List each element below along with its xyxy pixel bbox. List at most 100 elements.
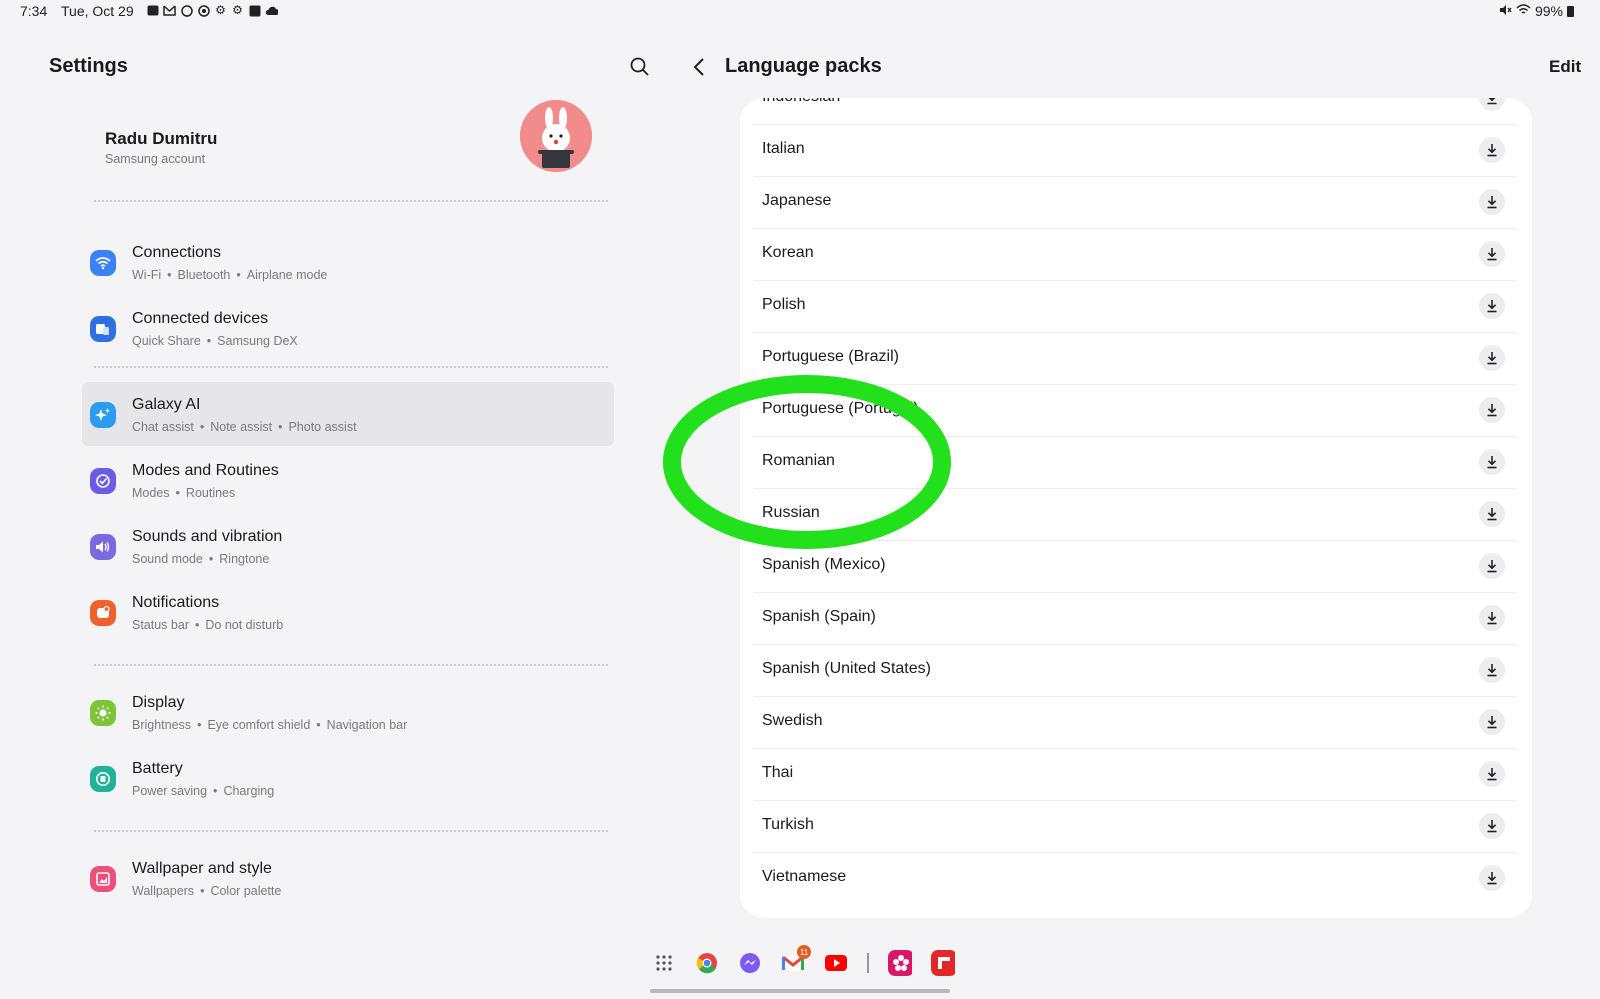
language-name: Polish [762, 296, 806, 313]
bullet-separator: • [316, 718, 321, 732]
language-name: Swedish [762, 712, 823, 729]
language-name: Japanese [762, 192, 832, 209]
language-row[interactable]: Indonesian [740, 98, 1532, 125]
language-row[interactable]: Vietnamese [740, 852, 1532, 905]
download-button[interactable] [1479, 605, 1505, 631]
download-button[interactable] [1479, 98, 1505, 111]
language-row[interactable]: Portuguese (Brazil) [740, 332, 1532, 385]
language-row[interactable]: Turkish [740, 800, 1532, 853]
download-icon [1487, 404, 1497, 417]
bullet-separator: • [236, 268, 241, 282]
wallpaper-icon [90, 866, 116, 892]
wifi-icon [90, 250, 116, 276]
language-name: Spanish (United States) [762, 660, 931, 677]
language-row[interactable]: Spanish (Mexico) [740, 540, 1532, 593]
gmail-icon[interactable]: 11 [781, 945, 811, 975]
download-button[interactable] [1479, 553, 1505, 579]
language-name: Spanish (Spain) [762, 608, 876, 625]
subtitle-part: Routines [185, 486, 236, 500]
divider [94, 200, 608, 202]
message-icon [146, 4, 159, 17]
download-button[interactable] [1479, 293, 1505, 319]
language-row[interactable]: Spanish (United States) [740, 644, 1532, 697]
download-icon [1487, 144, 1497, 157]
app-drawer-icon[interactable] [652, 951, 676, 975]
check-circle-icon [90, 468, 116, 494]
record-icon [197, 4, 210, 17]
download-icon [1487, 820, 1497, 833]
settings-item-sounds-and-vibration[interactable]: Sounds and vibration Sound mode • Ringtone [82, 514, 614, 578]
bunny-avatar-icon [520, 100, 592, 172]
status-bar: 7:34 Tue, Oct 29 ⚙ ⚙ 99% [0, 0, 1600, 24]
language-row[interactable]: Spanish (Spain) [740, 592, 1532, 645]
subtitle-part: Do not disturb [205, 618, 284, 632]
settings-item-galaxy-ai[interactable]: Galaxy AI Chat assist • Note assist • Photo a… [82, 382, 614, 446]
language-name: Portuguese (Portugal) [762, 400, 919, 417]
download-icon [1487, 560, 1497, 573]
language-row[interactable]: Japanese [740, 176, 1532, 229]
settings-item-subtitle: Wi-Fi • Bluetooth • Airplane mode [132, 268, 327, 282]
language-row[interactable]: Italian [740, 124, 1532, 177]
status-date: Tue, Oct 29 [61, 3, 134, 19]
settings-item-connected-devices[interactable]: Connected devices Quick Share • Samsung DeX [82, 296, 614, 360]
avatar[interactable] [520, 100, 592, 172]
download-icon [1487, 768, 1497, 781]
settings-item-wallpaper-and-style[interactable]: Wallpaper and style Wallpapers • Color pale… [82, 846, 614, 910]
bullet-separator: • [278, 420, 283, 434]
download-button[interactable] [1479, 501, 1505, 527]
language-row[interactable]: Thai [740, 748, 1532, 801]
wifi-icon [1516, 3, 1531, 19]
messenger-icon[interactable] [738, 951, 762, 975]
download-button[interactable] [1479, 709, 1505, 735]
download-button[interactable] [1479, 657, 1505, 683]
settings-item-connections[interactable]: Connections Wi-Fi • Bluetooth • Airplane mode [82, 230, 614, 294]
download-button[interactable] [1479, 865, 1505, 891]
settings-item-modes-and-routines[interactable]: Modes and Routines Modes • Routines [82, 448, 614, 512]
download-icon [1487, 664, 1497, 677]
settings-item-notifications[interactable]: Notifications Status bar • Do not disturb [82, 580, 614, 644]
language-row[interactable]: Polish [740, 280, 1532, 333]
download-icon [1487, 612, 1497, 625]
settings-item-title: Connected devices [132, 310, 269, 327]
download-icon [1487, 508, 1497, 521]
settings-item-subtitle: Modes • Routines [132, 486, 235, 500]
edit-button[interactable]: Edit [1549, 57, 1581, 77]
settings-item-display[interactable]: Display Brightness • Eye comfort shield • Nav… [82, 680, 614, 744]
youtube-icon[interactable] [824, 951, 848, 975]
notification-icons: ⚙ ⚙ [146, 4, 278, 17]
language-row[interactable]: Romanian [740, 436, 1532, 489]
download-button[interactable] [1479, 813, 1505, 839]
language-row[interactable]: Swedish [740, 696, 1532, 749]
subtitle-part: Brightness [132, 718, 192, 732]
subtitle-part: Airplane mode [246, 268, 328, 282]
samsung-account-profile[interactable]: Radu Dumitru Samsung account [82, 95, 614, 185]
download-button[interactable] [1479, 397, 1505, 423]
chrome-icon[interactable] [695, 951, 719, 975]
bullet-separator: • [175, 486, 180, 500]
settings-item-title: Sounds and vibration [132, 528, 283, 545]
bullet-separator: • [208, 552, 214, 566]
download-button[interactable] [1479, 189, 1505, 215]
download-icon [1487, 300, 1497, 313]
subtitle-part: Samsung DeX [217, 334, 298, 348]
settings-item-battery[interactable]: Battery Power saving • Charging [82, 746, 614, 810]
download-button[interactable] [1479, 345, 1505, 371]
home-indicator[interactable] [650, 989, 950, 993]
language-row[interactable]: Korean [740, 228, 1532, 281]
download-button[interactable] [1479, 241, 1505, 267]
gallery-icon [248, 4, 261, 17]
download-button[interactable] [1479, 761, 1505, 787]
subtitle-part: Modes [132, 486, 170, 500]
settings-item-title: Display [132, 694, 185, 711]
download-button[interactable] [1479, 137, 1505, 163]
search-button[interactable] [629, 56, 651, 78]
blossom-app-icon[interactable] [888, 950, 912, 976]
taskbar-dock: 11 [652, 945, 955, 978]
language-row[interactable]: Russian [740, 488, 1532, 541]
flipboard-icon[interactable] [931, 950, 955, 976]
back-button[interactable] [690, 56, 710, 78]
subtitle-part: Bluetooth [177, 268, 231, 282]
language-row[interactable]: Portuguese (Portugal) [740, 384, 1532, 437]
language-name: Turkish [762, 816, 814, 833]
download-button[interactable] [1479, 449, 1505, 475]
